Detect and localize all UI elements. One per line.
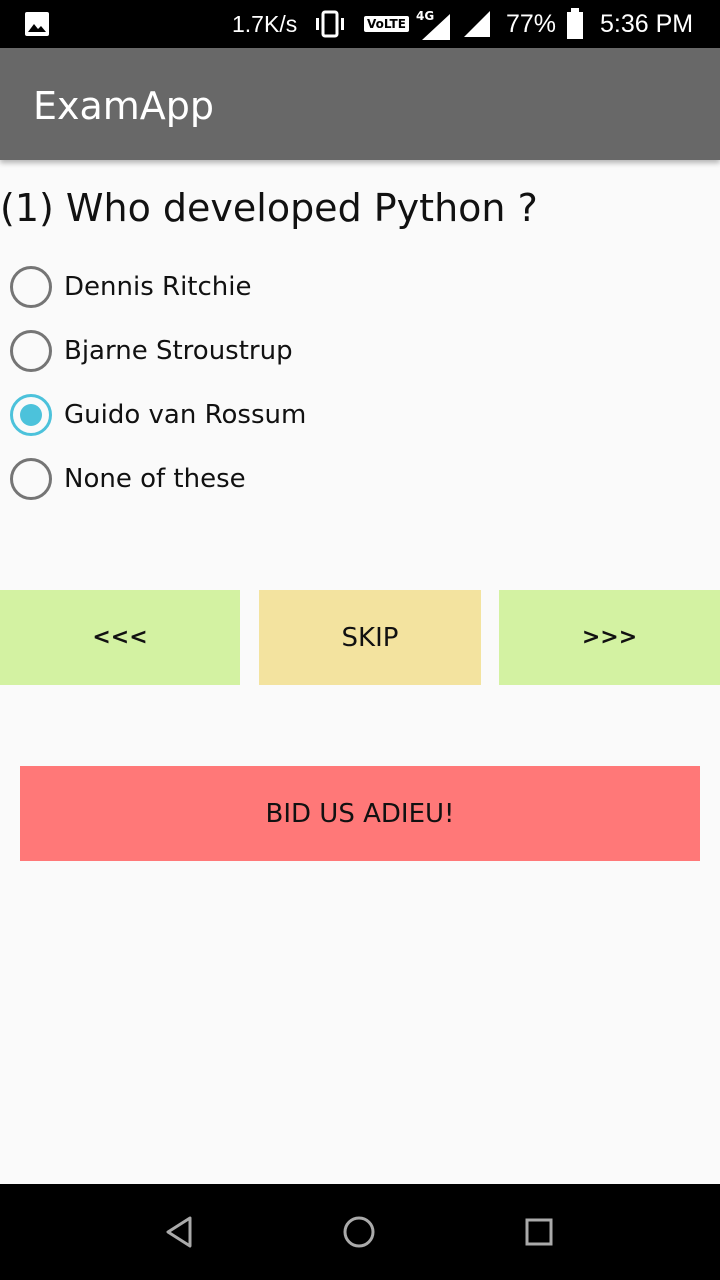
app-title: ExamApp (33, 84, 215, 128)
screen: 1.7K/s VoLTE 4G 77% 5:36 PM ExamApp (1) … (0, 0, 720, 1280)
radio-dot (20, 404, 42, 426)
signal-icon: 4G (416, 0, 452, 48)
option-bjarne-stroustrup[interactable]: Bjarne Stroustrup (10, 329, 430, 373)
system-nav-bar (0, 1184, 720, 1280)
quit-button[interactable]: BID US ADIEU! (20, 766, 700, 861)
next-button[interactable]: >>> (499, 590, 720, 685)
signal-icon-2 (462, 0, 492, 48)
option-dennis-ritchie[interactable]: Dennis Ritchie (10, 265, 430, 309)
status-bar: 1.7K/s VoLTE 4G 77% 5:36 PM (0, 0, 720, 48)
option-none-of-these[interactable]: None of these (10, 457, 430, 501)
battery-icon (566, 0, 584, 48)
option-label: Bjarne Stroustrup (64, 336, 293, 366)
vibrate-icon (312, 0, 348, 48)
battery-percent: 77% (506, 9, 557, 38)
option-guido-van-rossum[interactable]: Guido van Rossum (10, 393, 430, 437)
gallery-icon (24, 0, 50, 48)
radio-button[interactable] (10, 458, 52, 500)
skip-button[interactable]: SKIP (259, 590, 481, 685)
previous-button[interactable]: <<< (0, 590, 240, 685)
clock: 5:36 PM (600, 9, 694, 38)
volte-badge: VoLTE (364, 0, 409, 48)
back-icon[interactable] (164, 1184, 194, 1280)
option-label: Dennis Ritchie (64, 272, 252, 302)
question-text: (1) Who developed Python ? (0, 186, 538, 230)
network-speed: 1.7K/s (232, 10, 298, 37)
radio-button[interactable] (10, 266, 52, 308)
option-label: None of these (64, 464, 246, 494)
home-icon[interactable] (342, 1184, 376, 1280)
radio-button[interactable] (10, 330, 52, 372)
volte-label: VoLTE (364, 16, 409, 32)
option-label: Guido van Rossum (64, 400, 307, 430)
network-type-label: 4G (416, 9, 435, 23)
recents-icon[interactable] (524, 1184, 554, 1280)
app-bar: ExamApp (0, 48, 720, 160)
radio-button-checked[interactable] (10, 394, 52, 436)
